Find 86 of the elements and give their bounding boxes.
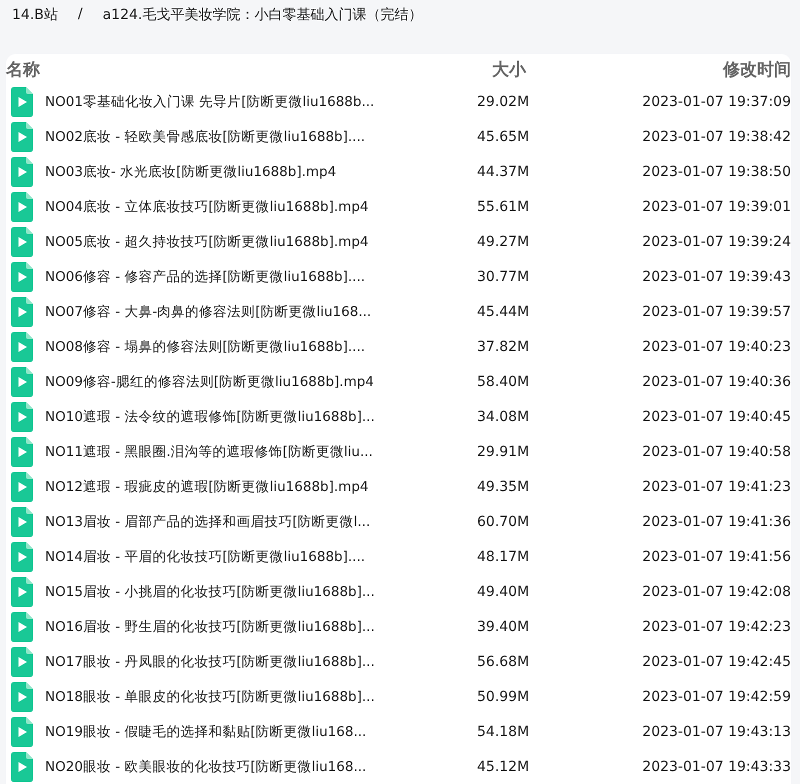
file-name[interactable]: NO17眼妆 - 丹凤眼的化妆技巧[防断更微liu1688b]... bbox=[45, 652, 477, 670]
modified-time: 2023-01-07 19:42:45 bbox=[641, 654, 791, 670]
file-size: 45.12M bbox=[477, 758, 530, 774]
video-file-icon bbox=[11, 612, 33, 642]
video-file-icon bbox=[11, 332, 33, 362]
modified-time: 2023-01-07 19:43:33 bbox=[641, 758, 791, 774]
video-file-icon bbox=[11, 296, 33, 326]
file-name[interactable]: NO19眼妆 - 假睫毛的选择和黏贴[防断更微liu168... bbox=[45, 722, 477, 740]
modified-time: 2023-01-07 19:41:23 bbox=[641, 478, 791, 494]
file-size: 29.02M bbox=[477, 94, 530, 110]
modified-time: 2023-01-07 19:41:36 bbox=[641, 514, 791, 530]
file-size: 49.27M bbox=[477, 234, 530, 250]
video-file-icon bbox=[11, 506, 33, 536]
file-name[interactable]: NO06修容 - 修容产品的选择[防断更微liu1688b].... bbox=[45, 268, 477, 286]
file-size: 55.61M bbox=[477, 198, 530, 214]
file-name[interactable]: NO14眉妆 - 平眉的化妆技巧[防断更微liu1688b].... bbox=[45, 548, 477, 566]
file-size: 54.18M bbox=[477, 724, 530, 740]
video-file-icon bbox=[11, 366, 33, 396]
modified-time: 2023-01-07 19:40:23 bbox=[641, 338, 791, 354]
modified-time: 2023-01-07 19:38:42 bbox=[641, 128, 791, 144]
breadcrumb-link[interactable]: 14.B站 bbox=[12, 6, 58, 24]
file-name[interactable]: NO02底妆 - 轻欧美骨感底妆[防断更微liu1688b].... bbox=[45, 128, 477, 146]
modified-time: 2023-01-07 19:39:43 bbox=[641, 268, 791, 284]
video-file-icon bbox=[11, 716, 33, 746]
file-name[interactable]: NO12遮瑕 - 瑕疵皮的遮瑕[防断更微liu1688b].mp4 bbox=[45, 478, 477, 496]
file-name[interactable]: NO03底妆- 水光底妆[防断更微liu1688b].mp4 bbox=[45, 162, 477, 180]
file-size: 30.77M bbox=[477, 268, 530, 284]
file-size: 48.17M bbox=[477, 548, 530, 564]
video-file-icon bbox=[11, 122, 33, 152]
file-size: 45.65M bbox=[477, 128, 530, 144]
file-size: 44.37M bbox=[477, 164, 530, 180]
modified-time: 2023-01-07 19:41:56 bbox=[641, 548, 791, 564]
file-name[interactable]: NO09修容-腮红的修容法则[防断更微liu1688b].mp4 bbox=[45, 372, 477, 390]
file-name[interactable]: NO11遮瑕 - 黑眼圈.泪沟等的遮瑕修饰[防断更微liu... bbox=[45, 442, 477, 460]
file-name[interactable]: NO10遮瑕 - 法令纹的遮瑕修饰[防断更微liu1688b]... bbox=[45, 408, 477, 426]
video-file-icon bbox=[11, 192, 33, 222]
file-size: 49.35M bbox=[477, 478, 530, 494]
file-size: 49.40M bbox=[477, 584, 530, 600]
modified-time: 2023-01-07 19:42:08 bbox=[641, 584, 791, 600]
column-header[interactable]: 大小 bbox=[492, 58, 542, 80]
modified-time: 2023-01-07 19:39:57 bbox=[641, 304, 791, 320]
column-header[interactable]: 修改时间 bbox=[542, 58, 791, 80]
file-name[interactable]: NO16眉妆 - 野生眉的化妆技巧[防断更微liu1688b]... bbox=[45, 618, 477, 636]
file-name[interactable]: NO01零基础化妆入门课 先导片[防断更微liu1688b... bbox=[45, 92, 477, 110]
file-name[interactable]: NO15眉妆 - 小挑眉的化妆技巧[防断更微liu1688b]... bbox=[45, 582, 477, 600]
video-file-icon bbox=[11, 402, 33, 432]
video-file-icon bbox=[11, 576, 33, 606]
file-size: 58.40M bbox=[477, 374, 530, 390]
modified-time: 2023-01-07 19:42:59 bbox=[641, 688, 791, 704]
video-file-icon bbox=[11, 646, 33, 676]
breadcrumb-separator: / bbox=[78, 6, 83, 22]
video-file-icon bbox=[11, 86, 33, 116]
modified-time: 2023-01-07 19:39:24 bbox=[641, 234, 791, 250]
video-file-icon bbox=[11, 262, 33, 292]
file-size: 39.40M bbox=[477, 618, 530, 634]
file-size: 45.44M bbox=[477, 304, 530, 320]
video-file-icon bbox=[11, 752, 33, 782]
file-size: 37.82M bbox=[477, 338, 530, 354]
video-file-icon bbox=[11, 682, 33, 712]
modified-time: 2023-01-07 19:40:58 bbox=[641, 444, 791, 460]
file-size: 50.99M bbox=[477, 688, 530, 704]
file-size: 34.08M bbox=[477, 408, 530, 424]
file-name[interactable]: NO07修容 - 大鼻-肉鼻的修容法则[防断更微liu168... bbox=[45, 302, 477, 320]
video-file-icon bbox=[11, 226, 33, 256]
file-size: 56.68M bbox=[477, 654, 530, 670]
modified-time: 2023-01-07 19:40:36 bbox=[641, 374, 791, 390]
video-file-icon bbox=[11, 472, 33, 502]
file-size: 60.70M bbox=[477, 514, 530, 530]
file-name[interactable]: NO05底妆 - 超久持妆技巧[防断更微liu1688b].mp4 bbox=[45, 232, 477, 250]
video-file-icon bbox=[11, 156, 33, 186]
column-header[interactable]: 名称 bbox=[6, 58, 472, 80]
modified-time: 2023-01-07 19:43:13 bbox=[641, 724, 791, 740]
modified-time: 2023-01-07 19:40:45 bbox=[641, 408, 791, 424]
file-name[interactable]: NO18眼妆 - 单眼皮的化妆技巧[防断更微liu1688b]... bbox=[45, 688, 477, 706]
file-name[interactable]: NO20眼妆 - 欧美眼妆的化妆技巧[防断更微liu168... bbox=[45, 758, 477, 776]
file-name[interactable]: NO13眉妆 - 眉部产品的选择和画眉技巧[防断更微l... bbox=[45, 512, 477, 530]
breadcrumb-link[interactable]: a124.毛戈平美妆学院：小白零基础入门课（完结） bbox=[102, 6, 422, 24]
modified-time: 2023-01-07 19:37:09 bbox=[641, 94, 791, 110]
file-size: 29.91M bbox=[477, 444, 530, 460]
file-name[interactable]: NO08修容 - 塌鼻的修容法则[防断更微liu1688b].... bbox=[45, 338, 477, 356]
modified-time: 2023-01-07 19:38:50 bbox=[641, 164, 791, 180]
modified-time: 2023-01-07 19:42:23 bbox=[641, 618, 791, 634]
modified-time: 2023-01-07 19:39:01 bbox=[641, 198, 791, 214]
file-name[interactable]: NO04底妆 - 立体底妆技巧[防断更微liu1688b].mp4 bbox=[45, 198, 477, 216]
video-file-icon bbox=[11, 436, 33, 466]
video-file-icon bbox=[11, 542, 33, 572]
